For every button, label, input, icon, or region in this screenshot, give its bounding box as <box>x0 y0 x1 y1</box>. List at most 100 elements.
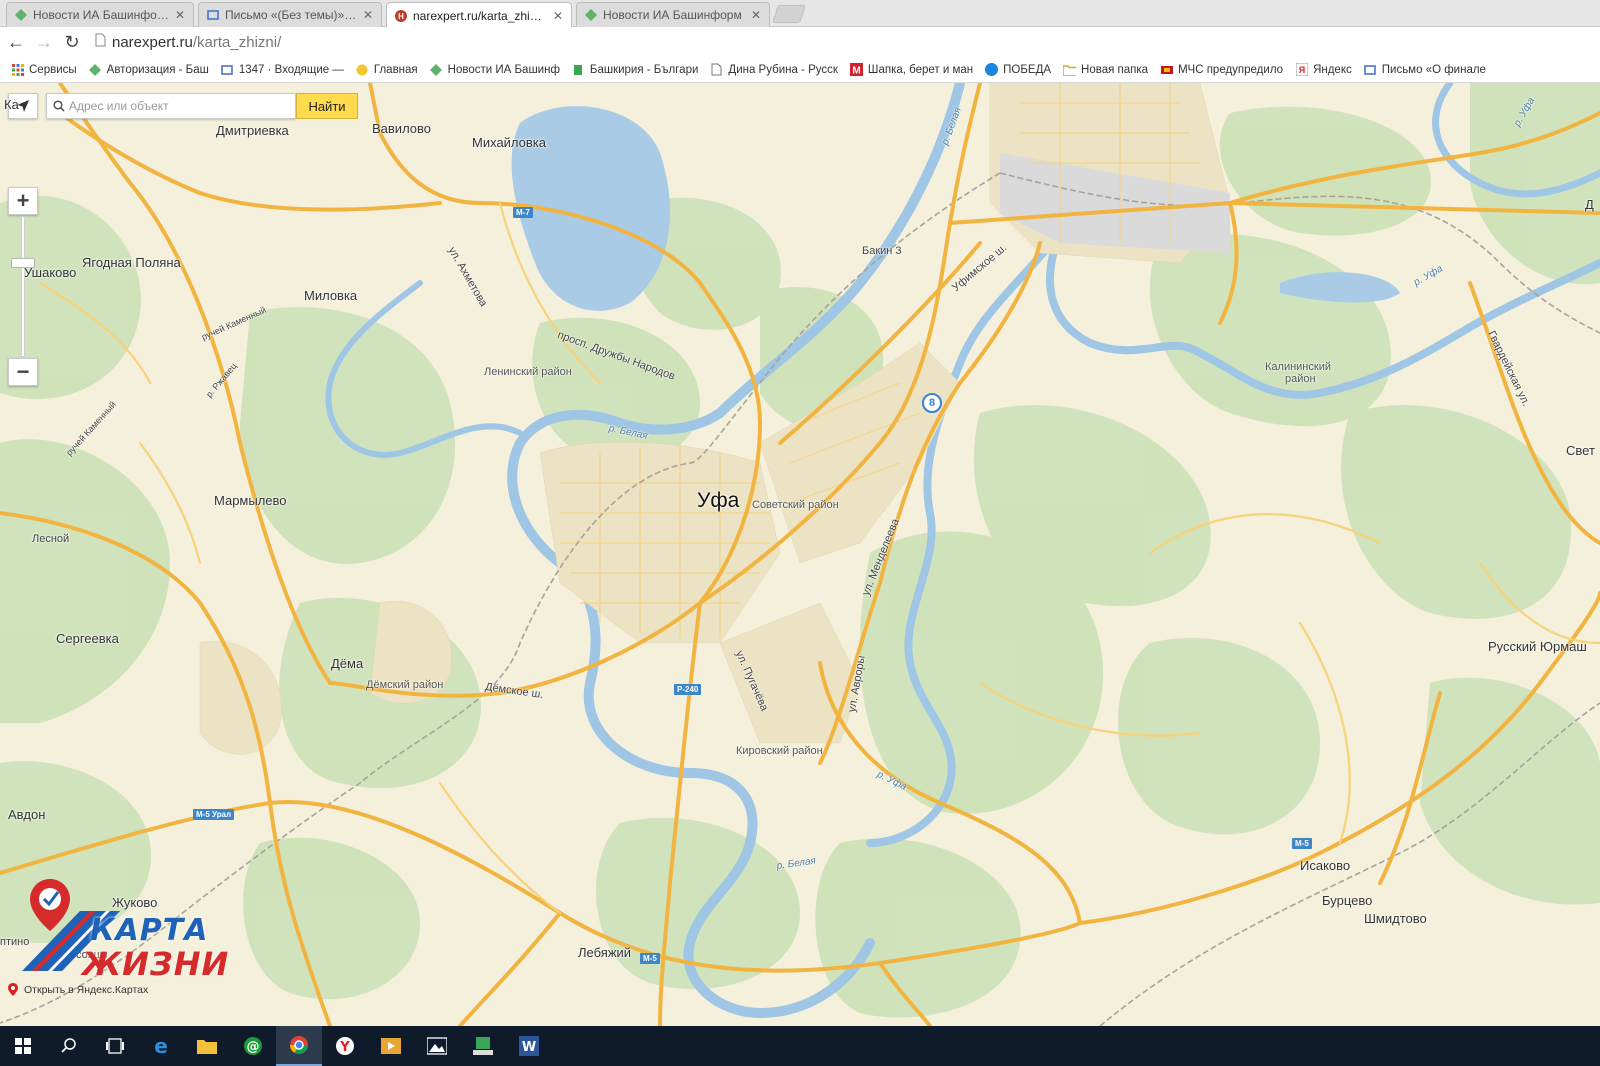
road-shield: М-5 Урал <box>193 809 235 820</box>
bookmark-folder[interactable]: Новая папка <box>1058 63 1153 76</box>
close-tab-icon[interactable]: ✕ <box>175 8 185 22</box>
bookmark-mchs[interactable]: МЧС предупредило <box>1155 63 1288 76</box>
district-label: Калининский <box>1265 361 1331 373</box>
bashinform-icon <box>15 9 27 21</box>
svg-text:e: e <box>154 1036 168 1056</box>
bookmark-shapka[interactable]: M Шапка, берет и ман <box>845 63 978 76</box>
map-search-box <box>46 93 296 119</box>
bookmark-inbox[interactable]: 1347 · Входящие — <box>216 63 349 76</box>
bookmark-yandex[interactable]: Я Яндекс <box>1290 63 1357 76</box>
bookmark-label: ПОБЕДА <box>1003 63 1052 76</box>
route-badge[interactable]: 8 <box>922 393 942 413</box>
find-button[interactable]: Найти <box>296 93 358 119</box>
bookmark-label: Письмо «О финале <box>1381 63 1486 76</box>
search-icon[interactable] <box>46 1026 92 1066</box>
road-shield: М-5 <box>1292 838 1312 849</box>
close-tab-icon[interactable]: ✕ <box>751 8 761 22</box>
bookmark-main[interactable]: Главная <box>351 63 423 76</box>
blue-circle-icon <box>985 63 999 76</box>
bashinform-icon <box>430 63 443 76</box>
close-tab-icon[interactable]: ✕ <box>363 8 373 22</box>
tab-strip: Новости ИА Башинформ ✕ Письмо «(Без темы… <box>0 0 1600 28</box>
bookmark-label: Башкирия - Българи <box>589 63 699 76</box>
zoom-out-button[interactable]: − <box>8 358 38 386</box>
new-tab-button[interactable] <box>772 5 806 23</box>
file-explorer-icon[interactable] <box>184 1026 230 1066</box>
forward-arrow-icon[interactable]: → <box>32 30 56 54</box>
place-label: Исаково <box>1300 858 1351 873</box>
place-label: Свет <box>1566 443 1595 458</box>
place-label: Лебяжий <box>578 945 632 960</box>
media-player-icon[interactable] <box>368 1026 414 1066</box>
back-arrow-icon[interactable]: ← <box>4 30 28 54</box>
place-label: Ягодная Поляна <box>82 255 181 270</box>
place-label: Ка <box>4 97 19 112</box>
tab-bashinform-1[interactable]: Новости ИА Башинформ ✕ <box>6 2 194 27</box>
bookmark-label: Авторизация - Баш <box>106 63 209 76</box>
bookmark-label: Дина Рубина - Русск <box>728 63 838 76</box>
mail-icon <box>1364 63 1377 76</box>
close-tab-icon[interactable]: ✕ <box>553 9 563 23</box>
tab-title: Новости ИА Башинформ <box>33 8 169 22</box>
place-label: Д <box>1585 197 1594 212</box>
windows-start-icon[interactable] <box>0 1026 46 1066</box>
search-icon <box>53 100 65 112</box>
narexpert-icon: H <box>395 9 407 22</box>
map-canvas <box>0 83 1600 1026</box>
place-label: Дмитриевка <box>216 123 289 138</box>
place-label: Вавилово <box>372 121 432 136</box>
place-label: Бакин 3 <box>862 245 902 257</box>
bookmark-final[interactable]: Письмо «О финале <box>1359 63 1491 76</box>
bookmark-services[interactable]: Сервисы <box>6 63 82 76</box>
place-label: Лесной <box>32 533 70 545</box>
yandex-browser-icon[interactable]: Y <box>322 1026 368 1066</box>
district-label: Кировский район <box>736 745 823 757</box>
bookmark-label: Сервисы <box>29 63 77 76</box>
browser-toolbar: ← → ↻ narexpert.ru/karta_zhizni/ <box>0 27 1600 57</box>
svg-text:M: M <box>852 66 860 77</box>
tab-mail[interactable]: Письмо «(Без темы)» — ✕ <box>198 2 382 27</box>
place-label: Мармылево <box>214 493 287 508</box>
photos-icon[interactable] <box>414 1026 460 1066</box>
city-label: Уфа <box>697 489 740 512</box>
logo-text: ЖИЗНИ <box>82 945 230 983</box>
road-shield: Р-240 <box>674 684 702 695</box>
tab-bashinform-2[interactable]: Новости ИА Башинформ ✕ <box>576 2 770 27</box>
bookmark-pobeda[interactable]: ПОБЕДА <box>980 63 1056 76</box>
place-label: Авдон <box>8 807 46 822</box>
map-viewport[interactable]: Найти + − Ка Дмитриевка Вавилово Михайло… <box>0 83 1600 1026</box>
bookmark-bulgaria[interactable]: Башкирия - Българи <box>567 63 704 76</box>
place-label: Шмидтово <box>1364 911 1427 926</box>
mail-icon <box>221 63 234 76</box>
tab-title: Письмо «(Без темы)» — <box>225 8 357 22</box>
url-path: /karta_zhizni/ <box>192 33 282 51</box>
bashinform-icon <box>89 63 102 76</box>
bookmark-label: Шапка, берет и ман <box>867 63 974 76</box>
address-bar[interactable]: narexpert.ru/karta_zhizni/ <box>95 30 1595 54</box>
place-label: Русский Юрмаш <box>1488 639 1587 654</box>
word-icon[interactable]: W <box>506 1026 552 1066</box>
tab-title: Новости ИА Башинформ <box>603 8 742 22</box>
edge-icon[interactable]: e <box>138 1026 184 1066</box>
svg-text:@: @ <box>247 1040 260 1055</box>
tab-narexpert[interactable]: H narexpert.ru/karta_zhizni/ ✕ <box>386 2 572 28</box>
map-search-input[interactable] <box>69 99 289 113</box>
reload-icon[interactable]: ↻ <box>60 30 84 54</box>
mchs-icon <box>1160 63 1173 76</box>
bashinform-icon <box>585 9 597 21</box>
bookmark-rubina[interactable]: Дина Рубина - Русск <box>705 63 843 76</box>
bookmark-label: 1347 · Входящие — <box>238 63 344 76</box>
svg-text:Я: Я <box>1298 65 1304 75</box>
task-view-icon[interactable] <box>92 1026 138 1066</box>
mail-agent-icon[interactable]: @ <box>230 1026 276 1066</box>
zoom-in-button[interactable]: + <box>8 187 38 215</box>
bookmark-auth[interactable]: Авторизация - Баш <box>84 63 214 76</box>
mail-icon <box>207 9 219 21</box>
app-green-icon[interactable] <box>460 1026 506 1066</box>
open-in-yandex-link[interactable]: Открыть в Яндекс.Картах <box>8 983 148 996</box>
bookmark-news[interactable]: Новости ИА Башинф <box>425 63 565 76</box>
chrome-icon[interactable] <box>276 1026 322 1066</box>
zoom-slider-track[interactable] <box>21 216 25 357</box>
place-label: Миловка <box>304 288 358 303</box>
map-pin-icon <box>8 983 18 996</box>
